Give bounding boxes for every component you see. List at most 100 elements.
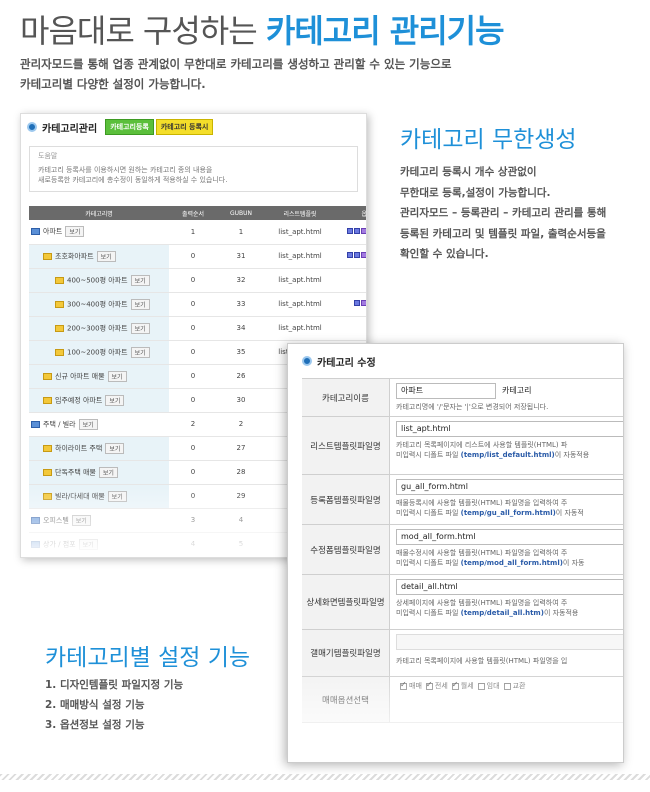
- option-icon[interactable]: [361, 227, 366, 234]
- value-suffix: 카테고리: [502, 386, 532, 395]
- category-register-button[interactable]: 카테고리등록: [105, 119, 154, 135]
- help-prefix: 미입력시 디폴트 파일: [396, 509, 461, 517]
- gubun-cell: 35: [217, 340, 265, 365]
- category-name: 단독주택 매물: [55, 468, 96, 476]
- template-input[interactable]: 아파트: [396, 383, 496, 399]
- option-icon[interactable]: [347, 252, 353, 258]
- option-icon[interactable]: [361, 252, 366, 258]
- bullet-icon: [302, 356, 312, 366]
- folder-icon: [31, 420, 40, 428]
- gubun-cell: 1: [217, 220, 265, 245]
- table-row: 300~400평 아파트 보기 0 33 list_apt.html: [29, 292, 366, 317]
- table-row: 아파트 보기 1 1 list_apt.html: [29, 220, 366, 245]
- gubun-cell: 31: [217, 244, 265, 269]
- view-button[interactable]: 보기: [96, 250, 116, 262]
- view-button[interactable]: 보기: [65, 226, 85, 238]
- template-file-cell: list_apt.html: [265, 292, 335, 317]
- help-text: 카테고리명에 '/'문자는 '|'으로 변경되어 저장됩니다.: [396, 403, 549, 411]
- category-name: 300~400평 아파트: [67, 300, 128, 308]
- view-button[interactable]: 보기: [78, 418, 98, 430]
- category-name-cell: 400~500평 아파트 보기: [29, 268, 169, 293]
- hero-desc-line: 관리자모드를 통해 업종 관계없이 무한대로 카테고리를 생성하고 관리할 수 …: [20, 57, 452, 71]
- gubun-cell: 30: [217, 388, 265, 413]
- option-icon[interactable]: [354, 252, 360, 258]
- category-name-cell: 200~300평 아파트 보기: [29, 316, 169, 341]
- view-button[interactable]: 보기: [105, 442, 125, 454]
- help-text: 미입력시 디폴트 파일 (temp/mod_all_form.html)이 자동: [396, 558, 623, 568]
- view-button[interactable]: 보기: [130, 298, 150, 310]
- hero-title-strong: 카테고리 관리기능: [265, 12, 505, 50]
- category-name-cell: 단독주택 매물 보기: [29, 460, 169, 485]
- gubun-cell: 28: [217, 460, 265, 485]
- form-row: 리스트템플릿파일명 list_apt.html 카테고리 목록페이지에 리스트에 사…: [302, 416, 623, 475]
- view-button[interactable]: 보기: [130, 346, 150, 358]
- folder-icon: [43, 444, 52, 452]
- fade-overlay: [288, 667, 623, 762]
- form-value-cell: 아파트 카테고리카테고리명에 '/'문자는 '|'으로 변경되어 저장됩니다.: [389, 378, 623, 417]
- category-name-cell: 300~400평 아파트 보기: [29, 292, 169, 317]
- form-value-cell: mod_all_form.html 매물수정시에 사용할 템플릿(HTML) 파일…: [389, 524, 623, 575]
- form-row: 등록폼템플릿파일명 gu_all_form.html 매물등록시에 사용할 템플릿(…: [302, 474, 623, 525]
- template-input[interactable]: mod_all_form.html: [396, 529, 623, 545]
- output-order-cell: 0: [169, 460, 217, 485]
- category-name-cell: 초호화아파트 보기: [29, 244, 169, 269]
- option-icons-cell: [335, 244, 366, 269]
- default-file-path: (temp/detail_all.htm): [460, 609, 544, 617]
- folder-icon: [55, 348, 64, 356]
- template-input[interactable]: list_apt.html: [396, 421, 623, 437]
- folder-icon: [43, 372, 52, 380]
- help-prefix: 미입력시 디폴트 파일: [396, 609, 461, 617]
- table-row: 400~500평 아파트 보기 0 32 list_apt.html: [29, 268, 366, 293]
- category-copy-button[interactable]: 카테고리 등록시: [155, 119, 214, 135]
- panel-header: 카테고리 수정: [288, 344, 623, 378]
- help-prefix: 미입력시 디폴트 파일: [396, 559, 461, 567]
- view-button[interactable]: 보기: [98, 466, 118, 478]
- template-input[interactable]: gu_all_form.html: [396, 479, 623, 495]
- template-file-cell: list_apt.html: [265, 220, 335, 245]
- form-label: 수정폼템플릿파일명: [302, 524, 390, 575]
- feature2-item: 3. 옵션정보 설정 기능: [45, 719, 145, 731]
- form-label: 카테고리이름: [302, 378, 390, 417]
- form-row: 카테고리이름 아파트 카테고리카테고리명에 '/'문자는 '|'으로 변경되어 저장…: [302, 378, 623, 417]
- column-header: GUBUN: [217, 206, 265, 220]
- default-file-path: (temp/list_default.html): [460, 451, 555, 459]
- panel-title: 카테고리 수정: [317, 357, 376, 369]
- form-label: 상세화면템플릿파일명: [302, 574, 390, 630]
- option-icon[interactable]: [354, 300, 360, 306]
- category-name: 초호화아파트: [55, 252, 94, 260]
- category-name: 하이라이트 주택: [55, 444, 103, 452]
- category-name-cell: 신규 아파트 매물 보기: [29, 364, 169, 389]
- table-header-row: 카테고리명 출력순서 GUBUN 리스트템플릿 옵: [29, 206, 366, 220]
- option-icon[interactable]: [347, 227, 353, 234]
- view-button[interactable]: 보기: [130, 274, 150, 286]
- template-input[interactable]: [396, 634, 623, 650]
- help-text: 카테고리 목록페이지에 사용할 템플릿(HTML) 파일명을 입: [396, 657, 568, 665]
- help-box: 도움말 카테고리 등록사를 이용하시면 원하는 카테고리 종의 내용을 새로등록…: [29, 146, 358, 192]
- column-header: 리스트템플릿: [265, 206, 335, 220]
- category-name: 입주예정 아파트: [55, 396, 103, 404]
- gubun-cell: 33: [217, 292, 265, 317]
- option-icon[interactable]: [354, 227, 360, 234]
- bullet-icon: [27, 122, 37, 132]
- view-button[interactable]: 보기: [105, 394, 125, 406]
- category-name: 400~500평 아파트: [67, 276, 128, 284]
- category-name-cell: 입주예정 아파트 보기: [29, 388, 169, 413]
- view-button[interactable]: 보기: [107, 370, 127, 382]
- help-text: 상세페이지에 사용할 템플릿(HTML) 파일명을 입력하여 주: [396, 599, 568, 607]
- option-icons-cell: [335, 220, 366, 245]
- default-file-path: (temp/gu_all_form.html): [460, 509, 556, 517]
- folder-icon: [43, 396, 52, 404]
- category-name-cell: 주택 / 빌라 보기: [29, 412, 169, 437]
- feature1-line: 등록된 카테고리 및 템플릿 파일, 출력순서등을: [400, 227, 606, 240]
- option-icon[interactable]: [361, 300, 366, 306]
- hero-desc-line: 카테고리별 다양한 설정이 가능합니다.: [20, 77, 206, 91]
- folder-icon: [43, 468, 52, 476]
- gubun-cell: 27: [217, 436, 265, 461]
- view-button[interactable]: 보기: [130, 322, 150, 334]
- default-file-path: (temp/mod_all_form.html): [460, 559, 563, 567]
- help-text: 미입력시 디폴트 파일 (temp/list_default.html)이 자동…: [396, 450, 623, 460]
- template-file-cell: list_apt.html: [265, 244, 335, 269]
- output-order-cell: 0: [169, 292, 217, 317]
- template-input[interactable]: detail_all.html: [396, 579, 623, 595]
- hero-title-plain: 마음대로 구성하는: [20, 12, 266, 50]
